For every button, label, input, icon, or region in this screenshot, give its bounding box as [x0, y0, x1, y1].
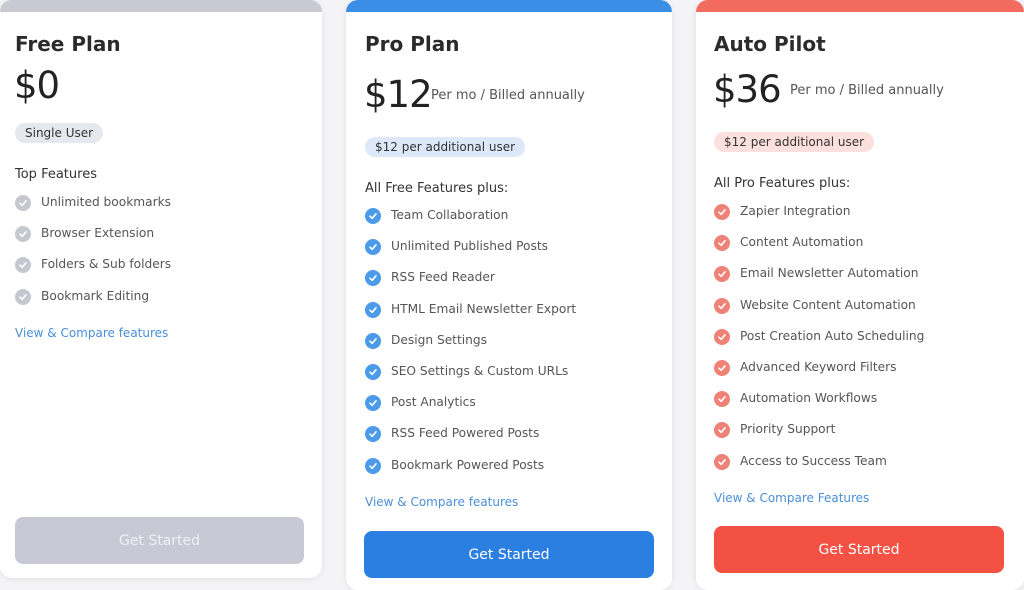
- free-plan-topbar: [0, 0, 322, 12]
- feature-label: Email Newsletter Automation: [740, 266, 919, 281]
- feature-list: Zapier Integration Content Automation Em…: [714, 204, 924, 485]
- check-icon: [714, 359, 730, 376]
- feature-label: Advanced Keyword Filters: [740, 359, 897, 374]
- check-icon: [365, 301, 381, 318]
- feature-item: Priority Support: [714, 422, 924, 453]
- feature-label: Content Automation: [740, 235, 864, 250]
- check-icon: [365, 426, 381, 443]
- feature-label: Folders & Sub folders: [41, 257, 172, 272]
- feature-label: Bookmark Editing: [41, 288, 150, 303]
- plan-price: $12: [364, 73, 433, 116]
- feature-label: Bookmark Powered Posts: [391, 457, 545, 472]
- check-icon: [15, 288, 31, 305]
- compare-features-link[interactable]: View & Compare Features: [714, 491, 869, 505]
- auto-pilot-card: Auto Pilot $36 Per mo / Billed annually …: [696, 0, 1024, 590]
- check-icon: [15, 257, 31, 274]
- plan-name: Free Plan: [15, 32, 121, 56]
- check-icon: [365, 457, 381, 474]
- feature-label: Team Collaboration: [391, 208, 509, 222]
- check-icon: [714, 422, 730, 439]
- feature-item: Email Newsletter Automation: [714, 266, 924, 297]
- feature-item: SEO Settings & Custom URLs: [365, 363, 576, 395]
- check-icon: [714, 391, 730, 408]
- check-icon: [714, 266, 730, 283]
- check-icon: [365, 395, 381, 412]
- feature-label: Access to Success Team: [740, 453, 887, 468]
- feature-label: RSS Feed Powered Posts: [391, 426, 540, 441]
- feature-label: Automation Workflows: [740, 391, 878, 406]
- plan-name: Auto Pilot: [714, 32, 826, 56]
- feature-item: Post Analytics: [365, 395, 576, 426]
- feature-list: Team Collaboration Unlimited Published P…: [365, 208, 576, 489]
- feature-item: Bookmark Editing: [15, 288, 171, 320]
- check-icon: [365, 363, 381, 380]
- feature-item: Unlimited bookmarks: [15, 195, 171, 226]
- auto-pilot-topbar: [696, 0, 1024, 12]
- features-title: Top Features: [15, 167, 97, 182]
- check-icon: [365, 239, 381, 256]
- check-icon: [15, 195, 31, 211]
- feature-item: Website Content Automation: [714, 297, 924, 329]
- feature-list: Unlimited bookmarks Browser Extension Fo…: [15, 195, 171, 320]
- get-started-button[interactable]: Get Started: [714, 526, 1004, 573]
- check-icon: [714, 235, 730, 252]
- pro-plan-card: Pro Plan $12 Per mo / Billed annually $1…: [346, 0, 672, 590]
- get-started-button[interactable]: Get Started: [364, 531, 654, 578]
- feature-item: Zapier Integration: [714, 204, 924, 235]
- feature-item: Unlimited Published Posts: [365, 239, 576, 270]
- feature-label: HTML Email Newsletter Export: [391, 301, 577, 316]
- check-icon: [714, 328, 730, 345]
- features-title: All Free Features plus:: [365, 181, 509, 196]
- check-icon: [714, 453, 730, 470]
- compare-features-link[interactable]: View & Compare features: [15, 326, 168, 340]
- plan-name: Pro Plan: [365, 32, 460, 56]
- free-plan-card: Free Plan $0 Single User Top Features Un…: [0, 0, 322, 578]
- feature-item: Team Collaboration: [365, 208, 576, 239]
- compare-features-link[interactable]: View & Compare features: [365, 495, 518, 509]
- feature-item: Post Creation Auto Scheduling: [714, 328, 925, 360]
- feature-item: HTML Email Newsletter Export: [365, 301, 577, 333]
- check-icon: [365, 208, 381, 224]
- feature-item: Automation Workflows: [714, 391, 924, 422]
- get-started-button[interactable]: Get Started: [15, 517, 304, 564]
- feature-label: Priority Support: [740, 422, 836, 437]
- plan-price: $36: [713, 68, 782, 111]
- feature-label: Unlimited Published Posts: [391, 239, 548, 254]
- feature-item: Access to Success Team: [714, 453, 924, 485]
- check-icon: [714, 297, 730, 314]
- feature-label: Zapier Integration: [740, 204, 851, 218]
- feature-label: Post Creation Auto Scheduling: [740, 328, 925, 343]
- feature-item: Design Settings: [365, 332, 576, 364]
- billing-note: Per mo / Billed annually: [431, 88, 585, 103]
- feature-item: Content Automation: [714, 235, 924, 266]
- check-icon: [15, 226, 31, 243]
- feature-label: RSS Feed Reader: [391, 270, 495, 285]
- check-icon: [714, 204, 730, 220]
- feature-item: Advanced Keyword Filters: [714, 359, 924, 391]
- additional-user-badge: $12 per additional user: [365, 137, 526, 157]
- check-icon: [365, 332, 381, 349]
- feature-item: Folders & Sub folders: [15, 257, 171, 288]
- check-icon: [365, 270, 381, 287]
- feature-item: Browser Extension: [15, 226, 171, 257]
- feature-label: Website Content Automation: [740, 297, 916, 312]
- feature-item: RSS Feed Reader: [365, 270, 576, 301]
- feature-label: SEO Settings & Custom URLs: [391, 363, 569, 378]
- pro-plan-topbar: [346, 0, 672, 12]
- feature-item: Bookmark Powered Posts: [365, 457, 576, 489]
- feature-label: Post Analytics: [391, 395, 476, 410]
- additional-user-badge: $12 per additional user: [714, 132, 875, 152]
- feature-label: Unlimited bookmarks: [41, 195, 172, 209]
- feature-label: Browser Extension: [41, 226, 155, 241]
- feature-item: RSS Feed Powered Posts: [365, 426, 576, 457]
- user-badge: Single User: [15, 123, 104, 143]
- features-title: All Pro Features plus:: [714, 176, 851, 191]
- feature-label: Design Settings: [391, 332, 487, 347]
- billing-note: Per mo / Billed annually: [790, 83, 944, 98]
- plan-price: $0: [14, 64, 60, 107]
